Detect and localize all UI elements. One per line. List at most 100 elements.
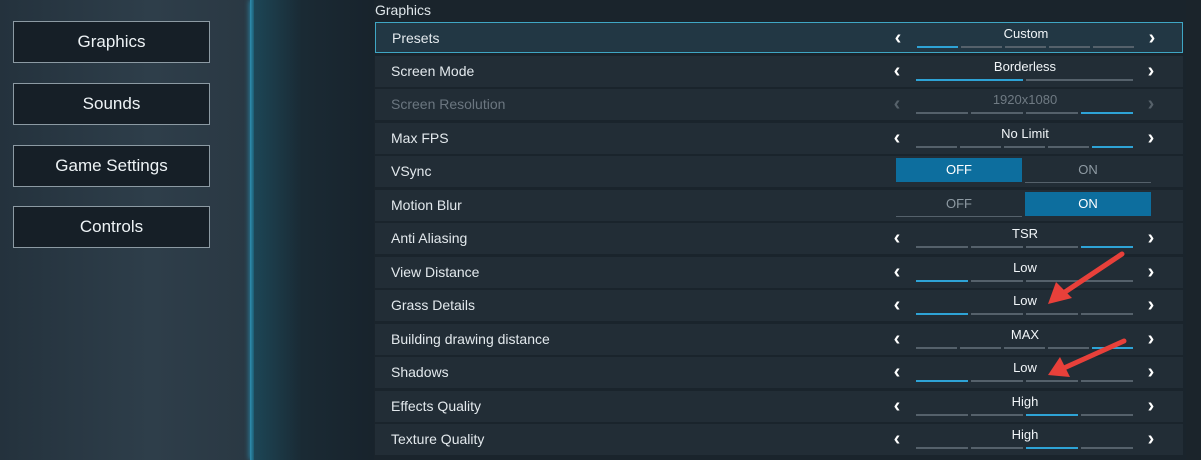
setting-value: No Limit	[1001, 126, 1049, 141]
level-segment	[1004, 146, 1045, 148]
level-segment	[916, 280, 968, 282]
setting-value: 1920x1080	[992, 92, 1058, 107]
chevron-left-icon[interactable]: ‹	[887, 123, 907, 154]
nav-game-settings-label: Game Settings	[55, 156, 168, 175]
nav-controls-button[interactable]: Controls	[13, 206, 210, 248]
chevron-right-icon[interactable]: ›	[1141, 290, 1161, 321]
chevron-left-icon[interactable]: ‹	[888, 23, 908, 54]
section-title: Graphics	[375, 2, 432, 18]
nav-game-settings-button[interactable]: Game Settings	[13, 145, 210, 187]
chevron-left-icon[interactable]: ‹	[887, 391, 907, 422]
setting-row[interactable]: Motion Blur OFF ON	[375, 190, 1183, 221]
setting-value: TSR	[1012, 226, 1038, 241]
level-segment	[1026, 414, 1078, 416]
setting-row[interactable]: Max FPS ‹ No Limit ›	[375, 123, 1183, 154]
level-segment	[961, 46, 1002, 48]
toggle-on-button[interactable]: ON	[1025, 158, 1151, 183]
level-indicator	[916, 414, 1133, 416]
level-indicator	[916, 313, 1133, 315]
chevron-left-icon[interactable]: ‹	[887, 324, 907, 355]
level-segment	[1048, 146, 1089, 148]
level-segment	[916, 380, 968, 382]
chevron-left-icon: ‹	[893, 93, 901, 115]
setting-label: Presets	[392, 30, 440, 46]
chevron-right-icon[interactable]: ›	[1141, 357, 1161, 388]
setting-label: Building drawing distance	[391, 331, 550, 347]
chevron-right-icon[interactable]: ›	[1141, 223, 1161, 254]
level-segment	[1081, 447, 1133, 449]
setting-value: High	[1011, 427, 1039, 442]
level-segment	[971, 112, 1023, 114]
level-segment	[971, 246, 1023, 248]
level-segment	[917, 46, 958, 48]
level-segment	[916, 313, 968, 315]
toggle-off-button[interactable]: OFF	[896, 158, 1022, 182]
level-segment	[1049, 46, 1090, 48]
level-segment	[1005, 46, 1046, 48]
setting-label: Shadows	[391, 364, 449, 380]
setting-row[interactable]: Texture Quality ‹ High ›	[375, 424, 1183, 455]
chevron-left-icon[interactable]: ‹	[887, 223, 907, 254]
annotation-arrow-grass	[1048, 251, 1125, 304]
level-segment	[971, 380, 1023, 382]
level-segment	[1026, 447, 1078, 449]
setting-value: High	[1011, 394, 1039, 409]
level-segment	[1081, 313, 1133, 315]
setting-label: Texture Quality	[391, 431, 485, 447]
chevron-right-icon[interactable]: ›	[1141, 123, 1161, 154]
level-segment	[971, 447, 1023, 449]
level-segment	[1026, 79, 1133, 81]
level-segment	[971, 313, 1023, 315]
setting-value: Borderless	[993, 59, 1057, 74]
nav-graphics-button[interactable]: Graphics	[13, 21, 210, 63]
nav-sounds-button[interactable]: Sounds	[13, 83, 210, 125]
chevron-left-icon[interactable]: ‹	[887, 56, 907, 87]
chevron-right-icon[interactable]: ›	[1141, 391, 1161, 422]
level-segment	[1081, 414, 1133, 416]
level-segment	[916, 414, 968, 416]
setting-label: Screen Mode	[391, 63, 475, 79]
setting-row[interactable]: Screen Mode ‹ Borderless ›	[375, 56, 1183, 87]
level-segment	[916, 146, 957, 148]
setting-row[interactable]: VSync OFF ON	[375, 156, 1183, 187]
chevron-left-icon[interactable]: ‹	[887, 290, 907, 321]
nav-sounds-label: Sounds	[82, 94, 141, 113]
level-indicator	[916, 447, 1133, 449]
chevron-left-icon[interactable]: ‹	[887, 424, 907, 455]
level-segment	[1004, 347, 1045, 349]
setting-label: Grass Details	[391, 297, 476, 313]
level-segment	[960, 347, 1001, 349]
level-segment	[1093, 46, 1134, 48]
level-segment	[916, 447, 968, 449]
setting-label: View Distance	[391, 264, 480, 280]
level-segment	[960, 146, 1001, 148]
chevron-right-icon[interactable]: ›	[1141, 324, 1161, 355]
chevron-left-icon[interactable]: ‹	[887, 357, 907, 388]
level-indicator	[916, 112, 1133, 114]
setting-label: Max FPS	[391, 130, 449, 146]
toggle-on-button[interactable]: ON	[1025, 192, 1151, 216]
toggle-off-button[interactable]: OFF	[896, 192, 1022, 217]
level-segment	[916, 246, 968, 248]
chevron-right-icon[interactable]: ›	[1141, 257, 1161, 288]
setting-label: Anti Aliasing	[391, 230, 468, 246]
level-segment	[916, 112, 968, 114]
chevron-right-icon[interactable]: ›	[1142, 23, 1162, 54]
level-segment	[916, 347, 957, 349]
level-segment	[971, 414, 1023, 416]
level-segment	[971, 280, 1023, 282]
level-segment	[1026, 112, 1078, 114]
setting-row[interactable]: Presets ‹ Custom ›	[375, 22, 1183, 53]
level-segment	[1092, 146, 1133, 148]
setting-row[interactable]: Effects Quality ‹ High ›	[375, 391, 1183, 422]
chevron-right-icon: ›	[1147, 93, 1155, 115]
level-indicator	[916, 146, 1133, 148]
level-indicator	[917, 46, 1134, 48]
setting-label: Screen Resolution	[391, 96, 506, 112]
chevron-right-icon[interactable]: ›	[1141, 56, 1161, 87]
chevron-left-icon[interactable]: ‹	[887, 257, 907, 288]
scrollbar-track[interactable]	[1186, 0, 1201, 460]
level-indicator	[916, 79, 1133, 81]
chevron-right-icon[interactable]: ›	[1141, 424, 1161, 455]
nav-graphics-label: Graphics	[77, 32, 146, 51]
